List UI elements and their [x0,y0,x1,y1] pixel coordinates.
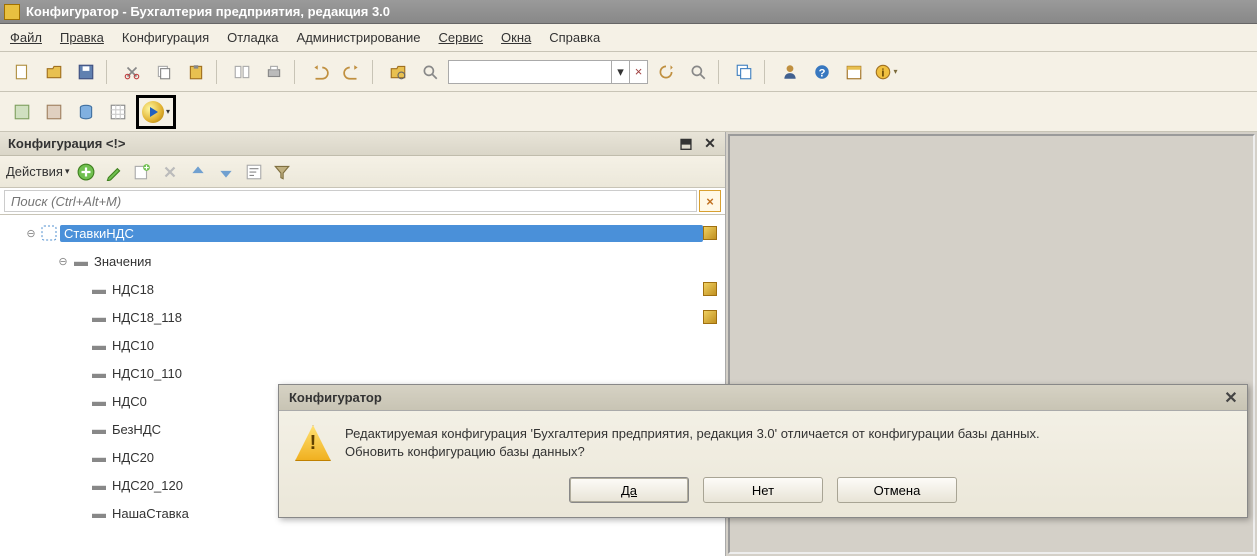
dash-icon: ▬ [88,421,110,437]
info-icon[interactable]: i▾ [872,58,900,86]
refresh-icon[interactable] [652,58,680,86]
tree-item-label[interactable]: НДС10_110 [110,366,717,381]
tree-search-clear-icon[interactable]: × [699,190,721,212]
compare-icon[interactable] [228,58,256,86]
edit-icon[interactable] [102,160,126,184]
move-down-icon[interactable] [214,160,238,184]
dialog-message: Редактируемая конфигурация 'Бухгалтерия … [345,425,1040,461]
tree-item-row[interactable]: ▬ НДС18_118 [0,303,725,331]
menu-bar: Файл Правка Конфигурация Отладка Админис… [0,24,1257,52]
tree-item-row[interactable]: ▬ НДС10_110 [0,359,725,387]
help-icon[interactable]: ? [808,58,836,86]
delete-icon[interactable] [158,160,182,184]
menu-windows[interactable]: Окна [501,30,531,45]
play-icon [142,101,164,123]
calendar-icon[interactable] [840,58,868,86]
tree-search-input[interactable] [4,190,697,212]
zoom-icon[interactable] [416,58,444,86]
filter-icon[interactable] [270,160,294,184]
dash-icon: ▬ [88,281,110,297]
panel-close-icon[interactable]: ✕ [701,135,719,153]
dialog-close-icon[interactable]: ✕ [1221,388,1241,408]
paste-icon[interactable] [182,58,210,86]
app-icon [4,4,20,20]
menu-admin[interactable]: Администрирование [297,30,421,45]
dialog-titlebar: Конфигуратор ✕ [279,385,1247,411]
window-title: Конфигуратор - Бухгалтерия предприятия, … [26,4,390,19]
confirm-dialog: Конфигуратор ✕ ! Редактируемая конфигура… [278,384,1248,518]
tree-item-row[interactable]: ▬ НДС18 [0,275,725,303]
tree-root-row[interactable]: ⊖ СтавкиНДС [0,219,725,247]
svg-text:i: i [882,67,885,79]
panel-title: Конфигурация <!> [8,136,125,151]
cube-icon [703,226,717,240]
tree-values-row[interactable]: ⊖ ▬ Значения [0,247,725,275]
menu-config[interactable]: Конфигурация [122,30,209,45]
tree-search-row: × [0,188,725,215]
tb2-icon-1[interactable] [8,98,36,126]
menu-file[interactable]: Файл [10,30,42,45]
dash-icon: ▬ [88,505,110,521]
tree-root-label[interactable]: СтавкиНДС [60,225,703,242]
redo-icon[interactable] [338,58,366,86]
menu-help[interactable]: Справка [549,30,600,45]
title-bar: Конфигуратор - Бухгалтерия предприятия, … [0,0,1257,24]
user-icon[interactable] [776,58,804,86]
toolbar-search[interactable]: ▾ × [448,60,648,84]
tree-item-label[interactable]: НДС10 [110,338,717,353]
dialog-title-text: Конфигуратор [289,390,382,405]
menu-service[interactable]: Сервис [439,30,484,45]
find-icon[interactable] [384,58,412,86]
menu-edit[interactable]: Правка [60,30,104,45]
svg-text:?: ? [819,67,826,79]
dialog-yes-button[interactable]: Да [569,477,689,503]
windows-icon[interactable] [730,58,758,86]
move-up-icon[interactable] [186,160,210,184]
cut-icon[interactable] [118,58,146,86]
panel-header: Конфигурация <!> ⬒ ✕ [0,132,725,156]
undo-icon[interactable] [306,58,334,86]
dash-icon: ▬ [88,365,110,381]
dash-icon: ▬ [88,337,110,353]
print-icon[interactable] [260,58,288,86]
new-file-icon[interactable] [8,58,36,86]
actions-menu[interactable]: Действия ▾ [6,164,70,179]
tree-item-label[interactable]: НДС18 [110,282,703,297]
dash-icon: ▬ [88,393,110,409]
dash-icon: ▬ [88,449,110,465]
dialog-cancel-button[interactable]: Отмена [837,477,957,503]
dialog-no-button[interactable]: Нет [703,477,823,503]
tree-item-label[interactable]: НДС18_118 [110,310,703,325]
collapse-icon[interactable]: ⊖ [24,227,38,240]
collapse-icon[interactable]: ⊖ [56,255,70,268]
dash-icon: ▬ [88,477,110,493]
menu-debug[interactable]: Отладка [227,30,278,45]
zoom2-icon[interactable] [684,58,712,86]
database-icon[interactable] [72,98,100,126]
panel-actions-bar: Действия ▾ [0,156,725,188]
cube-icon [703,282,717,296]
new-config-icon[interactable] [130,160,154,184]
cube-icon [703,310,717,324]
panel-pin-icon[interactable]: ⬒ [677,135,695,153]
run-debug-button[interactable]: ▾ [136,95,176,129]
open-file-icon[interactable] [40,58,68,86]
tb2-icon-2[interactable] [40,98,68,126]
tree-item-row[interactable]: ▬ НДС10 [0,331,725,359]
grid-icon[interactable] [104,98,132,126]
warning-icon: ! [295,425,331,461]
secondary-toolbar: ▾ [0,92,1257,132]
tree-values-label[interactable]: Значения [92,254,717,269]
save-icon[interactable] [72,58,100,86]
dash-icon: ▬ [88,309,110,325]
search-dropdown-icon[interactable]: ▾ [611,61,629,83]
sort-icon[interactable] [242,160,266,184]
add-icon[interactable] [74,160,98,184]
main-toolbar: ▾ × ? i▾ [0,52,1257,92]
enum-icon [38,225,60,241]
search-clear-icon[interactable]: × [629,61,647,83]
copy-icon[interactable] [150,58,178,86]
dash-icon: ▬ [70,253,92,269]
